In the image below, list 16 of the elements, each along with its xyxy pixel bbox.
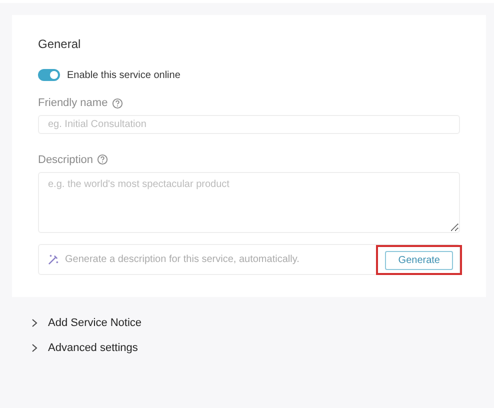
toggle-label: Enable this service online [67, 70, 180, 80]
help-icon[interactable] [97, 154, 108, 166]
collapsible-title[interactable]: Advanced settings [48, 342, 138, 354]
help-icon[interactable] [112, 98, 123, 108]
section-title: General [38, 37, 82, 51]
chevron-icon[interactable] [31, 344, 38, 352]
description-field[interactable]: e.g. the world's most spectacular product [38, 172, 460, 233]
chevron-icon[interactable] [31, 319, 38, 327]
input-field[interactable]: eg. Initial Consultation [38, 115, 460, 134]
toggle-switch[interactable] [38, 69, 60, 81]
magic-wand-icon [48, 254, 59, 265]
generate-button[interactable]: Generate [385, 250, 453, 270]
collapsible-title[interactable]: Add Service Notice [48, 317, 142, 329]
generate-hint: Generate a description for this service, automatically. [65, 254, 300, 265]
field-label: Description [38, 154, 94, 166]
field-label: Friendly name [38, 97, 108, 109]
